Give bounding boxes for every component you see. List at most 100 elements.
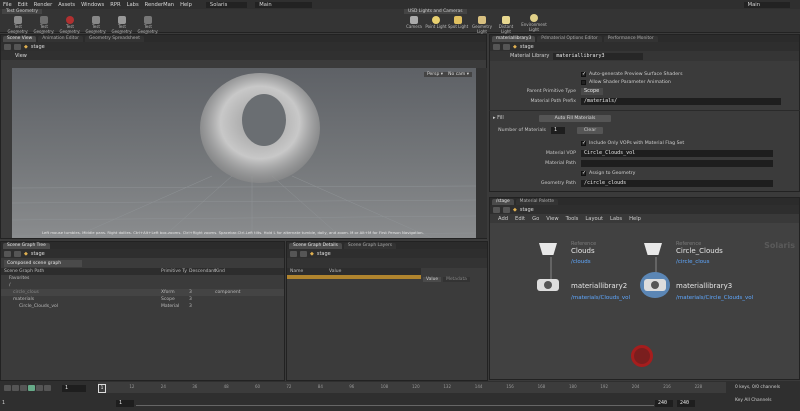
shelf-tool[interactable]: Test Geometry: T... (136, 15, 160, 38)
include-only-checkbox[interactable] (581, 140, 586, 146)
stage-icon: ◆ (513, 43, 517, 50)
allow-animation-checkbox[interactable] (581, 80, 586, 85)
shelf-tool-environment-light[interactable]: Environment Light (518, 13, 550, 33)
last-frame-icon[interactable] (44, 385, 51, 391)
tab-scene-view[interactable]: Scene View (3, 36, 37, 42)
menu-edit[interactable]: Edit (18, 2, 28, 8)
tab-pdmaterial-options[interactable]: Pdmaterial Options Editor (537, 36, 602, 42)
shelf-tool[interactable]: Test Geometry: S... (6, 15, 30, 38)
first-frame-icon[interactable] (4, 385, 11, 391)
forward-icon[interactable] (300, 250, 307, 257)
back-icon[interactable] (4, 43, 11, 50)
menu-file[interactable]: File (3, 2, 12, 8)
context-selector[interactable]: Main (255, 1, 312, 8)
prev-key-icon[interactable] (12, 385, 19, 391)
num-materials-field[interactable]: 1 (551, 127, 565, 134)
shelf-tool-camera[interactable]: Camera (402, 15, 426, 35)
back-icon[interactable] (4, 250, 11, 257)
global-start-frame[interactable]: 1 (2, 401, 5, 406)
shelf-tool[interactable]: Test Geometry: S... (84, 15, 108, 38)
menu-render[interactable]: Render (34, 2, 52, 8)
shelf-tool[interactable]: Test Geometry: T... (110, 15, 134, 38)
end-frame-field[interactable]: 240 (655, 400, 673, 407)
tab-materiallibrary3[interactable]: materiallibrary3 (492, 36, 536, 42)
range-slider[interactable] (136, 405, 654, 406)
materiallibrary2-node[interactable] (537, 279, 559, 291)
geometry-icon (118, 16, 126, 24)
node-header: Material Library materiallibrary3 (490, 51, 799, 61)
shelf-tool-distant-light[interactable]: Distant Light (494, 15, 518, 35)
assign-geometry-checkbox[interactable] (581, 170, 586, 176)
tab-metadata[interactable]: Metadata (443, 277, 470, 282)
shelf-tool-spot-light[interactable]: Spot Light (446, 15, 470, 35)
parent-prim-type-select[interactable]: Scope (581, 88, 603, 95)
shelf-tool[interactable]: Test Geometry: R... (58, 15, 82, 38)
tab-scene-graph-layers[interactable]: Scene Graph Layers (343, 243, 397, 249)
start-frame-field[interactable]: 1 (116, 400, 134, 407)
timeline-tick-label: 72 (286, 384, 292, 389)
forward-icon[interactable] (14, 43, 21, 50)
table-row[interactable]: / (1, 282, 284, 289)
key-all-channels[interactable]: Key All Channels (735, 398, 772, 403)
back-icon[interactable] (290, 250, 297, 257)
camera-menu[interactable]: No cam ▾ (445, 72, 472, 77)
sg-stage-path[interactable]: stage (31, 251, 45, 257)
tab-scene-graph-tree[interactable]: Scene Graph Tree (3, 243, 50, 249)
menu-help[interactable]: Help (180, 2, 192, 8)
menu-assets[interactable]: Assets (58, 2, 75, 8)
tab-scene-graph-details[interactable]: Scene Graph Details (289, 243, 342, 249)
forward-icon[interactable] (14, 250, 21, 257)
details-selected-row[interactable] (287, 275, 421, 279)
param-path-bar: ◆ stage (490, 42, 799, 51)
shelf-tab-test-geometry[interactable]: Test Geometry (2, 9, 42, 14)
desktop-selector[interactable]: Solaris (205, 1, 248, 8)
table-row[interactable]: circle_clous Xform 3 component (1, 289, 284, 296)
timeline-tick-label: 36 (192, 384, 198, 389)
tab-value[interactable]: Value (423, 277, 442, 282)
menu-renderman[interactable]: RenderMan (145, 2, 174, 8)
auto-fill-button[interactable]: Auto Fill Materials (539, 115, 611, 122)
table-row[interactable]: Circle_Clouds_vol Material 3 (1, 303, 284, 310)
playhead[interactable]: 1 (98, 384, 106, 393)
shelf-tool-geometry-light[interactable]: Geometry Light (470, 15, 494, 35)
geometry-path-field[interactable]: /circle_clouds (581, 180, 773, 187)
perspective-menu[interactable]: Persp ▾ (423, 72, 446, 77)
timeline-ruler[interactable]: 12 24 36 48 60 72 84 96 108 120 132 144 156 168 180 192… (98, 382, 726, 393)
global-end-frame[interactable]: 240 (677, 400, 695, 407)
forward-icon[interactable] (503, 43, 510, 50)
table-row[interactable]: Favorites (1, 275, 284, 282)
details-stage-path[interactable]: stage (317, 251, 331, 257)
shelf-tool-point-light[interactable]: Point Light (424, 15, 448, 35)
3d-viewport[interactable]: Persp ▾ No cam ▾ Left mouse tumbles. Mid… (12, 68, 476, 238)
shelf-tab-usd-lights[interactable]: USD Lights and Cameras (404, 9, 467, 14)
stage-path[interactable]: stage (31, 44, 45, 50)
param-stage-path[interactable]: stage (520, 44, 534, 50)
stop-icon[interactable] (20, 385, 27, 391)
material-vop-field[interactable]: Circle_Clouds_vol (581, 150, 773, 157)
back-icon[interactable] (493, 43, 500, 50)
tab-geometry-spreadsheet[interactable]: Geometry Spreadsheet (84, 36, 144, 42)
auto-preview-checkbox[interactable] (581, 71, 586, 77)
next-key-icon[interactable] (36, 385, 43, 391)
menu-windows[interactable]: Windows (81, 2, 104, 8)
tab-animation-editor[interactable]: Animation Editor (38, 36, 83, 42)
current-frame-field[interactable]: 1 (62, 385, 86, 392)
mat-path-prefix-field[interactable]: /materials/ (581, 98, 781, 105)
shelf-tool[interactable]: Test Geometry: T... (32, 15, 56, 38)
node-name-field[interactable]: materiallibrary3 (553, 52, 644, 60)
clear-button[interactable]: Clear (577, 127, 603, 134)
play-icon[interactable] (28, 385, 35, 391)
parent-prim-type-label: Parent Primitive Type (526, 89, 576, 94)
cursor-indicator (631, 345, 653, 367)
tab-performance-monitor[interactable]: Performance Monitor (603, 36, 658, 42)
menu-labs[interactable]: Labs (127, 2, 139, 8)
materiallibrary3-node[interactable] (644, 279, 666, 291)
details-header: Name Value (287, 268, 421, 275)
fill-section[interactable]: ▸ Fill (493, 115, 504, 121)
material-path-field[interactable] (581, 160, 773, 167)
right-context-selector[interactable]: Main (743, 1, 790, 8)
sg-filter-select[interactable]: Composed scene graph (4, 259, 82, 267)
scene-graph-tabs: Scene Graph Tree (1, 242, 284, 249)
table-row[interactable]: materials Scope 3 (1, 296, 284, 303)
menu-rpr[interactable]: RPR (110, 2, 120, 8)
